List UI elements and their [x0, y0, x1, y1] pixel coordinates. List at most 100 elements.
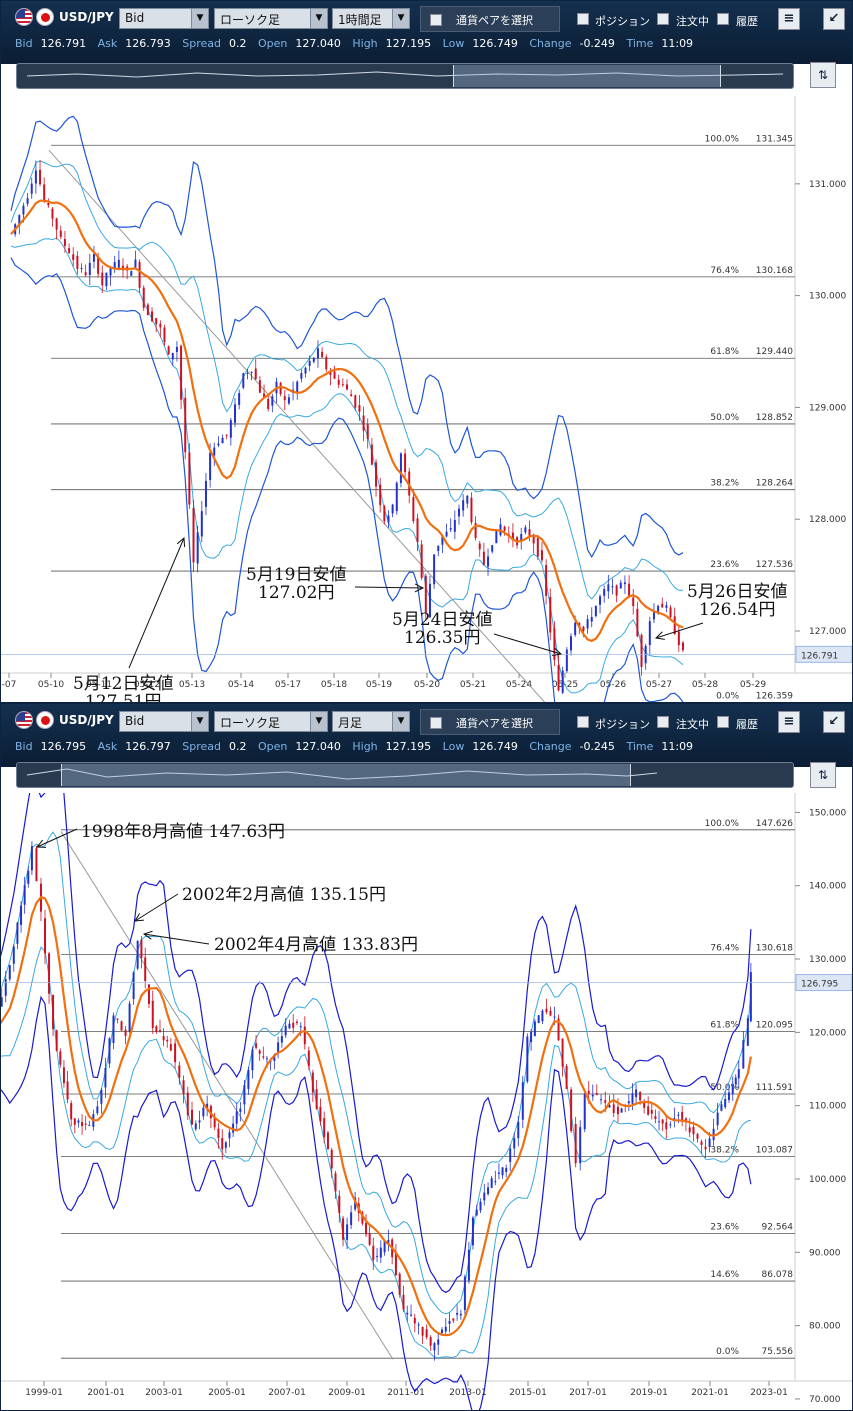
candle-body [92, 253, 95, 262]
x-tick-label: 05-21 [460, 680, 486, 690]
candle-body [424, 575, 427, 613]
candle-body [217, 1128, 220, 1139]
price-type-select[interactable]: Bid ▼ [119, 8, 209, 29]
candle-body [184, 397, 187, 453]
candle-body [708, 1138, 711, 1148]
checkbox[interactable] [430, 717, 442, 729]
history-checkbox[interactable] [717, 716, 729, 728]
candle-body [628, 583, 631, 597]
navigator-selection[interactable] [61, 764, 631, 786]
candle-body [55, 218, 58, 230]
candle-body [654, 1116, 657, 1119]
candle-body [73, 1118, 76, 1125]
candle-body [326, 1132, 329, 1150]
candle-body [532, 536, 535, 544]
candle-body [541, 1010, 544, 1022]
candle-body [59, 230, 62, 237]
annotation-text: 1998年8月高値 147.63円 [81, 822, 285, 842]
candle-body [180, 345, 183, 400]
x-tick-label: 2003-01 [145, 1388, 183, 1398]
pair-select-button[interactable]: 通貨ペアを選択 [420, 6, 560, 32]
candle-body [246, 372, 249, 374]
candle-body [440, 1329, 443, 1334]
collapse-icon[interactable]: ↙ [823, 8, 845, 30]
annotation-text: 5月12日安値 [73, 674, 173, 694]
candle-body [537, 1015, 540, 1023]
x-tick-label: 2015-01 [509, 1388, 547, 1398]
candle-body [319, 1106, 322, 1122]
y-tick-label: 131.000 [809, 180, 846, 190]
fib-level-pct: 100.0% [705, 819, 740, 829]
candle-body [700, 1141, 703, 1145]
order-checkbox[interactable] [657, 716, 669, 728]
candle-body [604, 1100, 607, 1103]
candle-body [316, 348, 319, 359]
candle-body [444, 1326, 447, 1332]
navigator-selection[interactable] [453, 65, 721, 87]
current-price-label: 126.791 [801, 651, 838, 661]
pair-select-button[interactable]: 通貨ペアを選択 [420, 709, 560, 735]
order-checkbox[interactable] [657, 13, 669, 25]
candle-body [595, 1093, 598, 1096]
fib-level-pct: 76.4% [710, 944, 739, 954]
candle-body [437, 545, 440, 552]
navigator-toggle-button[interactable]: ⇅ [810, 62, 836, 88]
candle-body [96, 1106, 99, 1114]
candle-body [204, 480, 207, 507]
collapse-icon[interactable]: ↙ [823, 711, 845, 733]
timeframe-select[interactable]: 月足 ▼ [332, 711, 410, 732]
candle-body [80, 267, 83, 269]
candle-body [132, 972, 135, 1000]
candle-body [463, 1276, 466, 1311]
fib-level-pct: 100.0% [705, 134, 740, 144]
candle-body [283, 396, 286, 401]
timeframe-select[interactable]: 1時間足 ▼ [332, 8, 410, 29]
menu-icon[interactable]: ≡ [778, 711, 800, 733]
candle-body [406, 1312, 409, 1315]
checkbox[interactable] [430, 14, 442, 26]
price-type-select[interactable]: Bid ▼ [119, 711, 209, 732]
candle-body [279, 382, 282, 395]
candle-body [526, 1036, 529, 1082]
candle-body [191, 1109, 194, 1125]
chart-type-select[interactable]: ローソク足 ▼ [214, 8, 328, 29]
pair-label: USD/JPY [59, 10, 114, 24]
chart-type-select[interactable]: ローソク足 ▼ [214, 711, 328, 732]
candle-body [284, 1025, 287, 1036]
chart-panel-monthly: USD/JPY Bid ▼ ローソク足 ▼ 月足 ▼ 通貨ペアを選択 ポジション 注文… [0, 703, 853, 1411]
candle-body [623, 582, 626, 585]
candle-body [146, 304, 149, 316]
candle-body [224, 1142, 227, 1148]
candle-body [295, 1021, 298, 1023]
history-checkbox[interactable] [717, 13, 729, 25]
candle-body [288, 1023, 291, 1029]
candle-body [658, 1121, 661, 1123]
chart-area-monthly[interactable]: 70.000 80.000 90.000 100.000 110.000 120.000 1… [1, 793, 852, 1410]
candle-body [716, 1112, 719, 1126]
candle-body [433, 554, 436, 585]
candle-body [375, 462, 378, 487]
position-checkbox[interactable] [577, 13, 589, 25]
chart-area-hourly[interactable]: 127.000 128.000 129.000 130.000 131.000 -07 05… [1, 96, 852, 702]
navigator-toggle-button[interactable]: ⇅ [810, 762, 836, 788]
navigator-bar[interactable] [16, 762, 794, 788]
candle-body [209, 452, 212, 481]
candle-body [30, 846, 33, 871]
navigator-bar[interactable] [16, 63, 794, 89]
fib-level-price: 128.264 [756, 479, 793, 489]
candle-body [258, 1050, 261, 1054]
candle-body [159, 1030, 161, 1032]
candle-body [627, 1101, 630, 1104]
candle-body [437, 1339, 440, 1345]
candle-body [238, 393, 241, 405]
candle-body [416, 518, 419, 543]
candle-body [43, 184, 46, 201]
candle-body [66, 1081, 69, 1100]
menu-icon[interactable]: ≡ [778, 8, 800, 30]
candle-body [368, 1233, 371, 1245]
candle-body [124, 1029, 127, 1036]
x-tick-label: 05-10 [38, 680, 64, 690]
candle-body [26, 198, 29, 204]
position-checkbox[interactable] [577, 716, 589, 728]
candle-body [52, 995, 55, 1030]
